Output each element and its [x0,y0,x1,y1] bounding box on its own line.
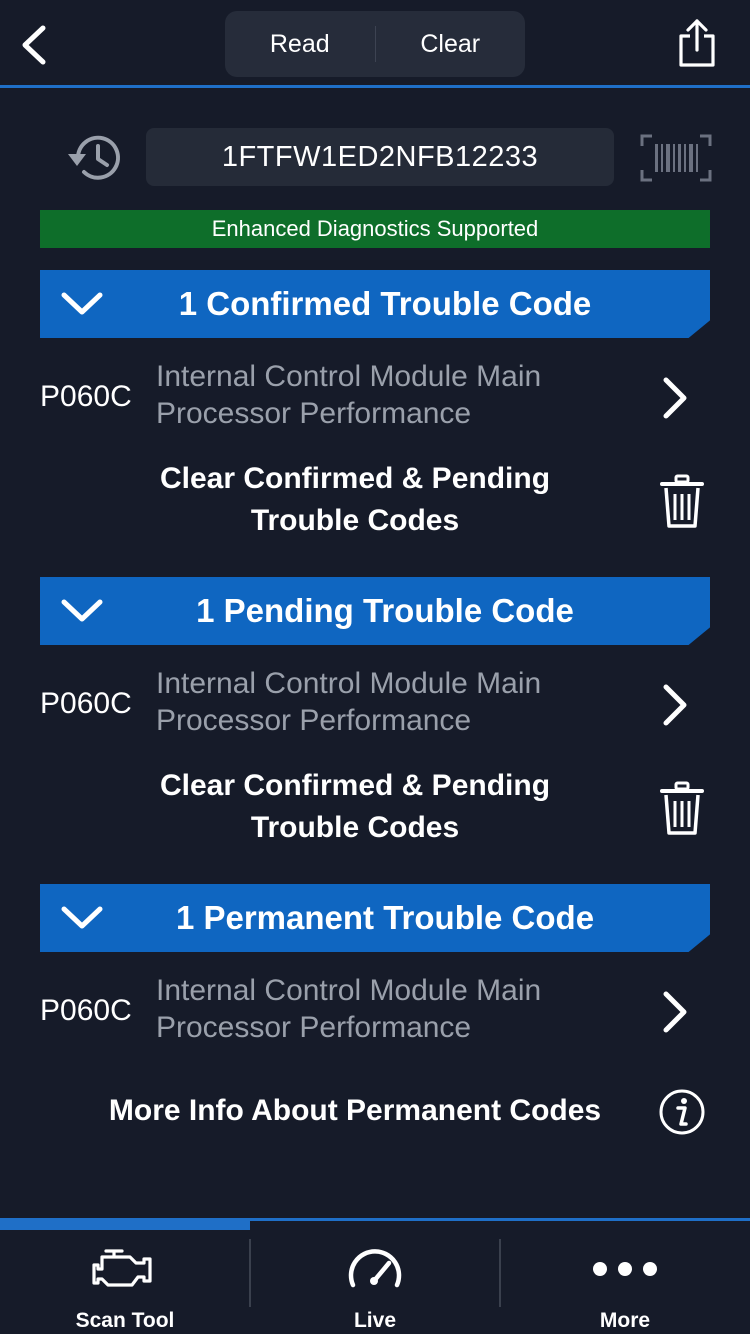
chevron-down-icon [61,292,103,315]
trash-icon [660,781,704,835]
more-dots-icon [590,1245,660,1293]
bottom-tab-bar: Scan Tool Live More [0,1218,750,1334]
description-line: Internal Control Module Main [156,360,542,393]
trouble-code: P060C [40,994,132,1027]
chevron-left-icon [22,25,46,65]
chevron-right-icon [663,684,687,726]
trouble-code-row-permanent[interactable]: P060C Internal Control Module Main Proce… [40,972,710,1056]
section-title: 1 Confirmed Trouble Code [178,285,592,322]
chevron-right-icon [663,377,687,419]
history-button[interactable] [64,130,126,186]
tab-more[interactable]: More [500,1221,750,1334]
clear-label-line: Trouble Codes [250,811,460,844]
share-icon [679,19,715,67]
tab-live[interactable]: Live [250,1221,500,1334]
clear-label-line: Clear Confirmed & Pending [159,769,551,802]
clear-codes-button-confirmed[interactable]: Clear Confirmed & Pending Trouble Codes [40,458,710,548]
trouble-code-description: Internal Control Module Main Processor P… [156,972,596,1046]
clear-label-line: Clear Confirmed & Pending [159,462,551,495]
trouble-code-description: Internal Control Module Main Processor P… [156,358,596,432]
clear-label-line: Trouble Codes [250,504,460,537]
barcode-scan-icon [640,134,712,182]
share-button[interactable] [674,16,720,70]
description-line: Processor Performance [156,1011,472,1044]
tab-label: Scan Tool [75,1309,175,1332]
chevron-down-icon [61,906,103,929]
gauge-icon [340,1245,410,1293]
vin-field[interactable]: 1FTFW1ED2NFB12233 [146,128,614,186]
clear-codes-button-pending[interactable]: Clear Confirmed & Pending Trouble Codes [40,765,710,855]
chevron-right-icon [663,991,687,1033]
trouble-code-description: Internal Control Module Main Processor P… [156,665,596,739]
back-button[interactable] [12,18,56,72]
chevron-down-icon [61,599,103,622]
barcode-scan-button[interactable] [640,134,712,182]
section-header-pending[interactable]: 1 Pending Trouble Code [40,577,710,645]
section-header-confirmed[interactable]: 1 Confirmed Trouble Code [40,270,710,338]
clear-codes-label: Clear Confirmed & Pending Trouble Codes [80,458,630,542]
engine-icon [90,1245,160,1293]
tab-scan-tool[interactable]: Scan Tool [0,1221,250,1334]
segment-read[interactable]: Read [225,11,375,77]
tab-label: More [599,1309,651,1332]
top-nav-bar: Read Clear [0,0,750,88]
tab-label: Live [353,1309,397,1332]
description-line: Processor Performance [156,397,472,430]
clear-codes-label: Clear Confirmed & Pending Trouble Codes [80,765,630,849]
trash-icon [660,474,704,528]
trouble-code: P060C [40,687,132,720]
description-line: Internal Control Module Main [156,667,542,700]
section-header-permanent[interactable]: 1 Permanent Trouble Code [40,884,710,952]
more-info-permanent-codes-button[interactable]: More Info About Permanent Codes [40,1088,710,1138]
trouble-code: P060C [40,380,132,413]
trouble-code-row-confirmed[interactable]: P060C Internal Control Module Main Proce… [40,358,710,442]
description-line: Processor Performance [156,704,472,737]
segment-clear[interactable]: Clear [376,11,526,77]
info-icon [659,1089,705,1135]
trouble-code-row-pending[interactable]: P060C Internal Control Module Main Proce… [40,665,710,749]
section-title: 1 Pending Trouble Code [196,592,574,629]
more-info-label: More Info About Permanent Codes [108,1094,602,1127]
section-title: 1 Permanent Trouble Code [175,899,595,936]
enhanced-diagnostics-banner: Enhanced Diagnostics Supported [40,210,710,248]
description-line: Internal Control Module Main [156,974,542,1007]
history-icon [68,135,120,180]
read-clear-segmented-control: Read Clear [225,11,525,77]
